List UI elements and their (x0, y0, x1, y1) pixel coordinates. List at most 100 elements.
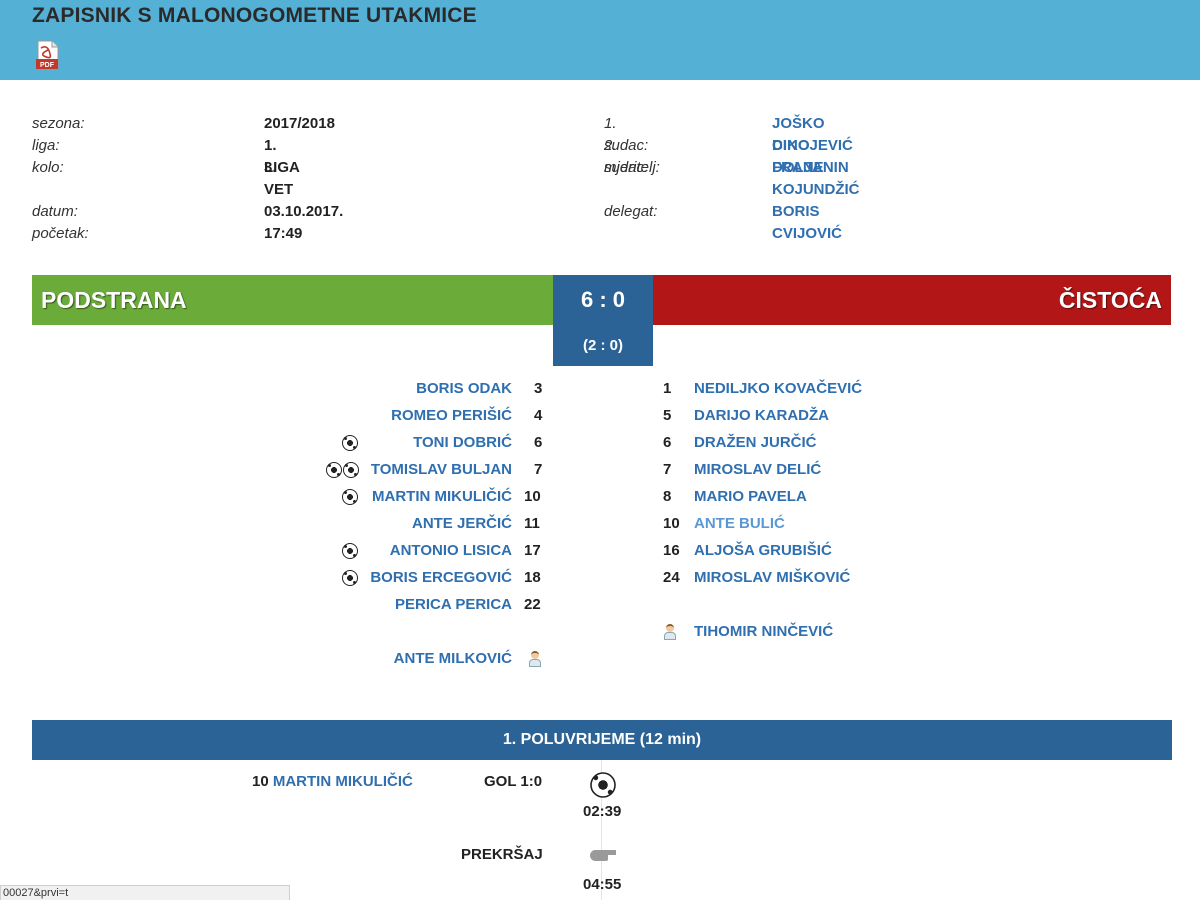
home-player-row: TONI DOBRIĆ 6 (300, 429, 545, 456)
away-player-row: 24 MIROSLAV MIŠKOVIĆ (663, 564, 850, 591)
event-player-number: 10 (252, 773, 269, 790)
event-type: GOL 1:0 (484, 773, 543, 790)
away-player-name[interactable]: MIROSLAV DELIĆ (694, 461, 821, 478)
away-player-row: 7 MIROSLAV DELIĆ (663, 456, 821, 483)
ball-icon (590, 771, 616, 798)
referee1-link[interactable]: JOŠKO CIKOJEVIĆ (772, 113, 853, 154)
away-player-number: 10 (663, 515, 680, 532)
round-value: 3. (264, 159, 277, 176)
away-player-name[interactable]: MARIO PAVELA (694, 488, 807, 505)
event-player-name[interactable]: MARTIN MIKULIČIĆ (273, 773, 413, 790)
away-coach-name[interactable]: TIHOMIR NINČEVIĆ (694, 623, 833, 640)
away-player-name[interactable]: DRAŽEN JURČIĆ (694, 434, 817, 451)
home-player-number: 17 (524, 542, 541, 559)
date-value: 03.10.2017. (264, 203, 344, 220)
timekeeper-link[interactable]: FRANE KOJUNDŽIĆ (772, 157, 860, 198)
away-player-number: 5 (663, 407, 672, 424)
home-player-number: 4 (534, 407, 543, 424)
coach-icon (528, 645, 542, 672)
home-player-number: 3 (534, 380, 543, 397)
home-player-row: BORIS ERCEGOVIĆ 18 (300, 564, 545, 591)
goal-ball-icon (326, 456, 359, 483)
season-label: sezona: (32, 115, 85, 132)
home-player-name[interactable]: MARTIN MIKULIČIĆ (372, 483, 512, 510)
away-player-number: 1 (663, 380, 672, 397)
home-player-number: 10 (524, 488, 541, 505)
home-coach-row: ANTE MILKOVIĆ (300, 645, 545, 672)
away-coach-row: TIHOMIR NINČEVIĆ (663, 618, 833, 645)
page-title: ZAPISNIK S MALONOGOMETNE UTAKMICE (32, 4, 477, 27)
home-player-number: 7 (534, 461, 543, 478)
home-player-row: BORIS ODAK 3 (300, 375, 545, 402)
home-player-name[interactable]: ANTE JERČIĆ (412, 510, 512, 537)
home-team-bar: PODSTRANA (32, 275, 553, 325)
away-team-name[interactable]: ČISTOĆA (1059, 275, 1162, 325)
home-player-row: TOMISLAV BULJAN 7 (300, 456, 545, 483)
home-player-name[interactable]: BORIS ODAK (416, 375, 512, 402)
home-player-row: ANTE JERČIĆ 11 (300, 510, 545, 537)
round-label: kolo: (32, 159, 64, 176)
away-team-bar: ČISTOĆA (653, 275, 1171, 325)
home-player-row: PERICA PERICA 22 (300, 591, 545, 618)
first-half-header: 1. POLUVRIJEME (12 min) (32, 720, 1172, 760)
event-time: 02:39 (583, 803, 622, 820)
coach-icon (663, 618, 694, 645)
pdf-icon[interactable]: PDF (36, 40, 60, 71)
final-score: 6 : 0 (580, 287, 626, 312)
away-player-number: 24 (663, 569, 680, 586)
home-player-name[interactable]: PERICA PERICA (395, 591, 512, 618)
home-player-number: 18 (524, 569, 541, 586)
home-player-name[interactable]: TOMISLAV BULJAN (371, 456, 512, 483)
halftime-score: (2 : 0) (582, 337, 623, 354)
away-player-number: 16 (663, 542, 680, 559)
away-player-number: 6 (663, 434, 672, 451)
event-type: PREKRŠAJ (461, 846, 543, 863)
away-player-number: 7 (663, 461, 672, 478)
home-player-row: MARTIN MIKULIČIĆ 10 (300, 483, 545, 510)
score-box: 6 : 0 (2 : 0) (553, 275, 653, 366)
home-team-name[interactable]: PODSTRANA (41, 275, 187, 325)
home-player-row: ROMEO PERIŠIĆ 4 (300, 402, 545, 429)
goal-ball-icon (342, 537, 358, 564)
away-player-row: 10 ANTE BULIĆ (663, 510, 785, 537)
home-player-name[interactable]: BORIS ERCEGOVIĆ (370, 564, 512, 591)
home-player-name[interactable]: TONI DOBRIĆ (413, 429, 512, 456)
away-player-row: 16 ALJOŠA GRUBIŠIĆ (663, 537, 832, 564)
goal-ball-icon (342, 483, 358, 510)
page-header: ZAPISNIK S MALONOGOMETNE UTAKMICE PDF (0, 0, 1200, 80)
home-player-row: ANTONIO LISICA 17 (300, 537, 545, 564)
away-player-row: 8 MARIO PAVELA (663, 483, 807, 510)
away-player-name[interactable]: NEDILJKO KOVAČEVIĆ (694, 380, 862, 397)
referee1-label: 1. sudac: (604, 115, 649, 154)
start-value: 17:49 (264, 225, 303, 242)
browser-status-bar: 00027&prvi=t (0, 885, 290, 900)
away-player-name[interactable]: MIROSLAV MIŠKOVIĆ (694, 569, 850, 586)
referee2-label: 2. sudac: (604, 137, 649, 176)
home-coach-name[interactable]: ANTE MILKOVIĆ (394, 645, 512, 672)
referee2-link[interactable]: DINO DOLJANIN (772, 135, 849, 176)
svg-text:PDF: PDF (40, 62, 55, 69)
goal-ball-icon (342, 564, 358, 591)
away-player-name[interactable]: ALJOŠA GRUBIŠIĆ (694, 542, 832, 559)
league-value: 1. LIGA VET (264, 137, 300, 198)
league-label: liga: (32, 137, 60, 154)
away-player-row: 1 NEDILJKO KOVAČEVIĆ (663, 375, 862, 402)
home-player-name[interactable]: ANTONIO LISICA (390, 537, 512, 564)
home-player-number: 6 (534, 434, 543, 451)
start-label: početak: (32, 225, 89, 242)
season-value: 2017/2018 (264, 115, 335, 132)
whistle-icon (590, 848, 616, 862)
home-player-name[interactable]: ROMEO PERIŠIĆ (391, 402, 512, 429)
away-player-name[interactable]: DARIJO KARADŽA (694, 407, 829, 424)
away-player-number: 8 (663, 488, 672, 505)
home-player-number: 11 (524, 515, 540, 532)
home-player-number: 22 (524, 596, 541, 613)
away-player-row: 6 DRAŽEN JURČIĆ (663, 429, 817, 456)
delegate-label: delegat: (604, 203, 658, 220)
away-player-row: 5 DARIJO KARADŽA (663, 402, 829, 429)
timekeeper-label: mjeritelj: (604, 159, 660, 176)
delegate-link[interactable]: BORIS CVIJOVIĆ (772, 201, 842, 242)
goal-ball-icon (342, 429, 358, 456)
away-player-name[interactable]: ANTE BULIĆ (694, 515, 785, 532)
event-time: 04:55 (583, 876, 622, 893)
